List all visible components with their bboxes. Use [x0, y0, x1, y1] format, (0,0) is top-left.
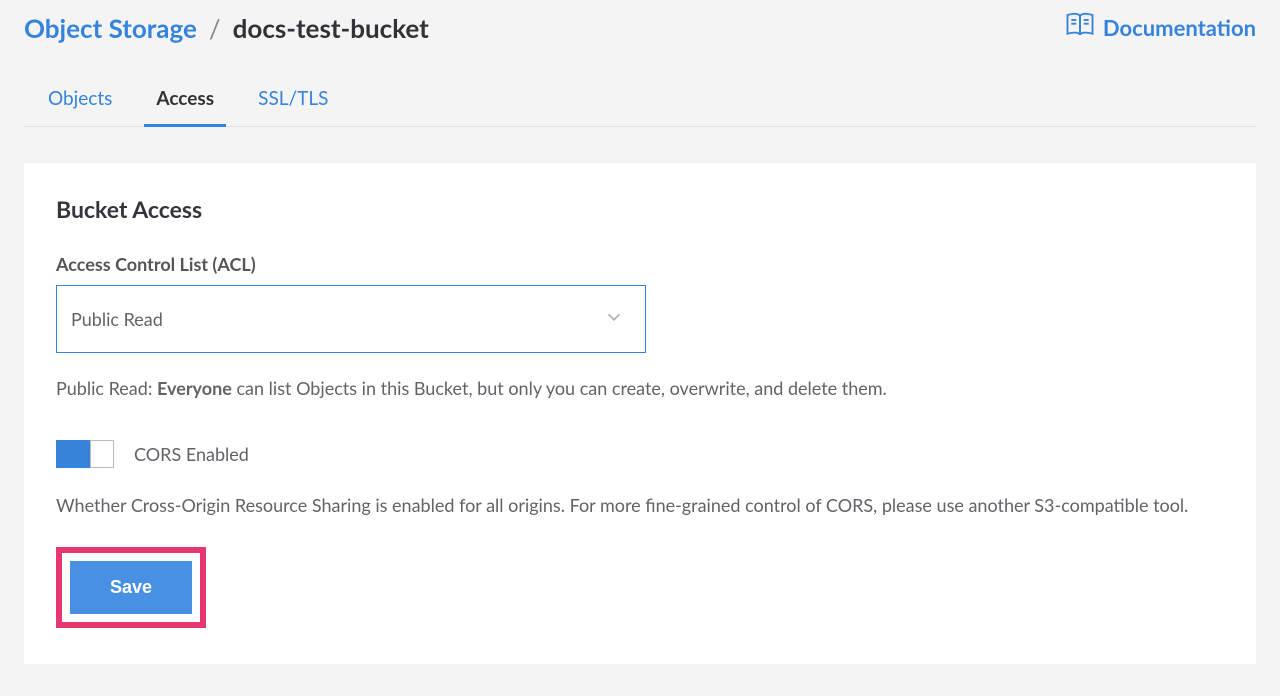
breadcrumb-separator: / [209, 12, 221, 44]
save-button[interactable]: Save [70, 561, 192, 614]
book-icon [1065, 10, 1095, 45]
acl-select-value: Public Read [71, 308, 163, 330]
section-title: Bucket Access [56, 195, 1224, 223]
cors-help-text: Whether Cross-Origin Resource Sharing is… [56, 492, 1224, 519]
breadcrumb: Object Storage / docs-test-bucket [24, 12, 429, 44]
tab-ssl[interactable]: SSL/TLS [258, 87, 328, 126]
acl-label: Access Control List (ACL) [56, 253, 1224, 275]
documentation-link[interactable]: Documentation [1065, 10, 1256, 45]
chevron-down-icon [603, 306, 625, 332]
cors-toggle[interactable] [56, 440, 114, 468]
breadcrumb-current: docs-test-bucket [233, 12, 429, 44]
breadcrumb-root-link[interactable]: Object Storage [24, 12, 197, 44]
tab-objects[interactable]: Objects [48, 87, 112, 126]
acl-help-text: Public Read: Everyone can list Objects i… [56, 375, 1224, 402]
save-highlight: Save [56, 547, 206, 628]
toggle-knob [90, 440, 114, 468]
tab-access[interactable]: Access [156, 87, 214, 126]
cors-toggle-label: CORS Enabled [134, 443, 249, 465]
acl-select[interactable]: Public Read [56, 285, 646, 353]
s3-compatible-tool-link[interactable]: S3-compatible tool [1034, 494, 1184, 516]
tab-bar: Objects Access SSL/TLS [24, 87, 1256, 127]
documentation-link-label: Documentation [1103, 14, 1256, 41]
bucket-access-panel: Bucket Access Access Control List (ACL) … [24, 163, 1256, 664]
